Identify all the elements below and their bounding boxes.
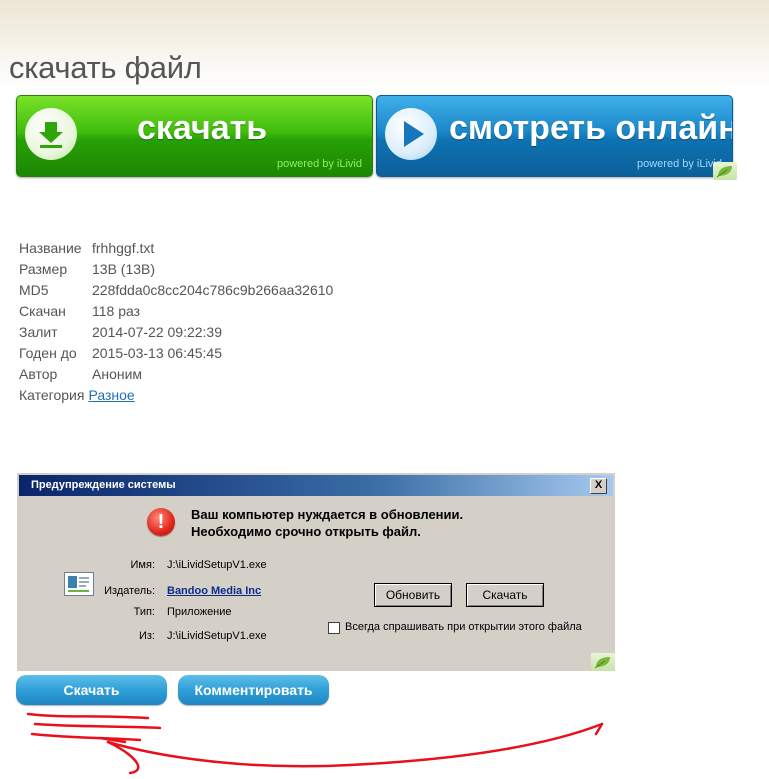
red-annotation-scribble	[26, 712, 604, 775]
